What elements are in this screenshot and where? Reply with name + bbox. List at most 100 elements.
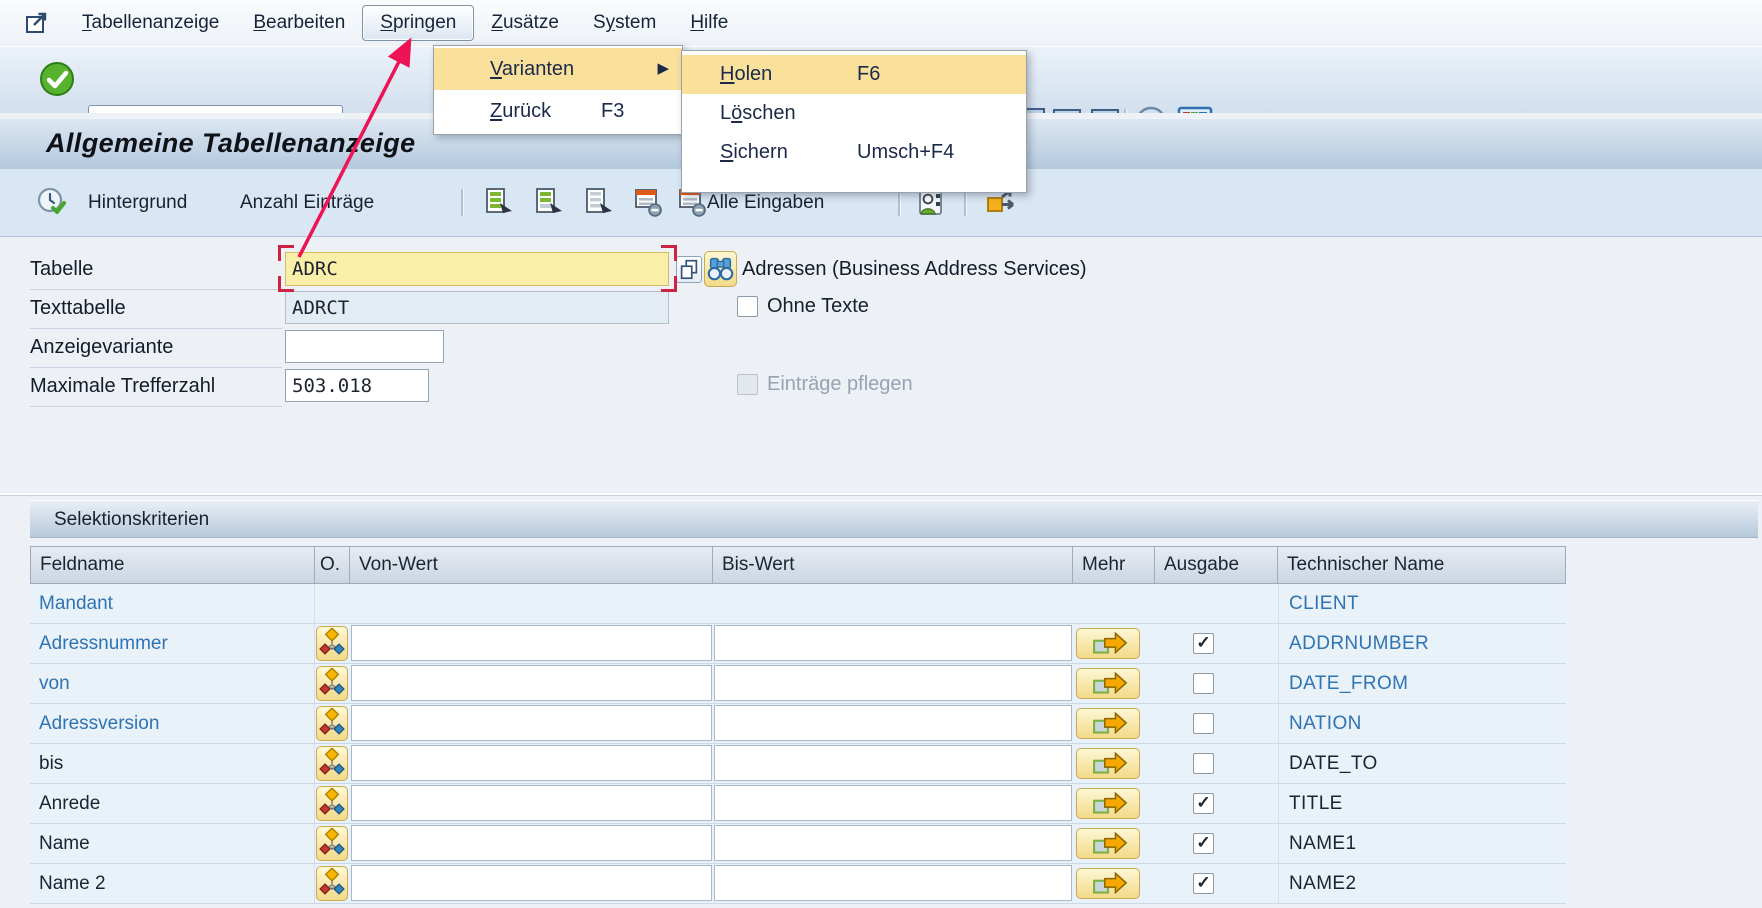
- selection-option-icon: [318, 628, 346, 658]
- bis-wert-cell: [713, 864, 1073, 903]
- field-label-cell: bis: [30, 744, 315, 783]
- field-label-cell: Anrede: [30, 784, 315, 823]
- text-table-label: Texttabelle: [30, 289, 282, 329]
- von-wert-input[interactable]: [351, 625, 712, 661]
- col-feldname: Feldname: [30, 546, 315, 584]
- bis-wert-input[interactable]: [714, 625, 1072, 661]
- bis-wert-input[interactable]: [714, 785, 1072, 821]
- mehr-cell: [1073, 824, 1155, 863]
- choose-selection-fields-none-button[interactable]: [583, 186, 615, 218]
- multiple-selection-button[interactable]: [1076, 708, 1140, 739]
- delete-selection-button[interactable]: [633, 186, 665, 218]
- von-wert-cell: [350, 784, 713, 823]
- choose-selection-fields-partial-button[interactable]: [533, 186, 565, 218]
- technical-name-cell: DATE_FROM: [1278, 664, 1566, 703]
- choose-selection-fields-button[interactable]: [483, 186, 515, 218]
- multiple-selection-button[interactable]: [1076, 748, 1140, 779]
- ausgabe-cell: ✓: [1155, 624, 1278, 663]
- output-checkbox[interactable]: [1193, 753, 1214, 774]
- copy-field-button[interactable]: [676, 256, 702, 283]
- selection-option-button[interactable]: [316, 746, 348, 781]
- output-checkbox[interactable]: ✓: [1193, 793, 1214, 814]
- selection-option-icon: [318, 668, 346, 698]
- von-wert-input[interactable]: [351, 665, 712, 701]
- mehr-cell: [1073, 704, 1155, 743]
- von-wert-cell: [350, 864, 713, 903]
- selection-table-rows: Mandant CLIENT Adressnummer: [30, 584, 1566, 904]
- selection-option-icon: [318, 868, 346, 898]
- output-checkbox[interactable]: [1193, 713, 1214, 734]
- no-texts-checkbox[interactable]: [737, 296, 758, 317]
- von-wert-input[interactable]: [351, 825, 712, 861]
- output-checkbox[interactable]: ✓: [1193, 633, 1214, 654]
- multiple-selection-button[interactable]: [1076, 828, 1140, 859]
- text-table-input[interactable]: [285, 291, 669, 324]
- bis-wert-input[interactable]: [714, 665, 1072, 701]
- multiple-selection-icon: [1077, 709, 1139, 739]
- menu-tabellenanzeige[interactable]: Tabellenanzeige: [65, 6, 236, 40]
- menu-bar: Tabellenanzeige Bearbeiten Springen Zusä…: [0, 0, 1762, 46]
- table-input[interactable]: [285, 252, 669, 286]
- technical-name: TITLE: [1289, 793, 1343, 814]
- output-checkbox[interactable]: ✓: [1193, 833, 1214, 854]
- menu-item-varianten[interactable]: Varianten ▶: [434, 48, 682, 90]
- von-wert-input[interactable]: [351, 785, 712, 821]
- apptoolbar-separator: [461, 189, 464, 216]
- col-bis-wert: Bis-Wert: [713, 546, 1073, 584]
- section-divider: [0, 493, 1762, 496]
- table-row: Mandant CLIENT: [30, 584, 1566, 624]
- von-wert-input[interactable]: [351, 865, 712, 901]
- selection-option-button[interactable]: [316, 626, 348, 661]
- max-hits-input[interactable]: [285, 369, 429, 402]
- submenu-item-sichern[interactable]: Sichern Umsch+F4: [682, 133, 1026, 172]
- multiple-selection-button[interactable]: [1076, 668, 1140, 699]
- bis-wert-input[interactable]: [714, 825, 1072, 861]
- submenu-item-loeschen[interactable]: Löschen: [682, 94, 1026, 133]
- menu-bearbeiten[interactable]: Bearbeiten: [236, 6, 362, 40]
- col-mehr: Mehr: [1073, 546, 1155, 584]
- selection-option-button[interactable]: [316, 826, 348, 861]
- selection-option-button[interactable]: [316, 866, 348, 901]
- multiple-selection-button[interactable]: [1076, 868, 1140, 899]
- background-button[interactable]: Hintergrund: [88, 169, 187, 236]
- von-wert-input[interactable]: [351, 705, 712, 741]
- von-wert-cell: [350, 704, 713, 743]
- menu-zusaetze[interactable]: Zusätze: [474, 6, 576, 40]
- multiple-selection-button[interactable]: [1076, 628, 1140, 659]
- mehr-cell: [1073, 864, 1155, 903]
- output-checkbox[interactable]: ✓: [1193, 873, 1214, 894]
- selection-option-button[interactable]: [316, 786, 348, 821]
- output-checkbox[interactable]: [1193, 673, 1214, 694]
- execute-in-background-button[interactable]: [36, 186, 68, 218]
- max-hits-label: Maximale Trefferzahl: [30, 367, 282, 407]
- menu-system[interactable]: System: [576, 6, 673, 40]
- col-option: O.: [315, 546, 350, 584]
- selection-table-header: Feldname O. Von-Wert Bis-Wert Mehr Ausga…: [30, 546, 1566, 584]
- varianten-submenu: Holen F6 Löschen Sichern Umsch+F4: [681, 50, 1027, 193]
- selection-option-button[interactable]: [316, 666, 348, 701]
- number-of-entries-button[interactable]: Anzahl Einträge: [240, 169, 374, 236]
- option-cell: [315, 664, 350, 703]
- maintain-entries-label: Einträge pflegen: [767, 373, 913, 396]
- springen-dropdown-menu: Varianten ▶ Zurück F3: [433, 45, 683, 135]
- multiple-selection-icon: [1077, 669, 1139, 699]
- field-label: von: [39, 673, 70, 694]
- menu-hilfe[interactable]: Hilfe: [673, 6, 745, 40]
- submenu-item-holen[interactable]: Holen F6: [682, 55, 1026, 94]
- bis-wert-input[interactable]: [714, 705, 1072, 741]
- bis-wert-input[interactable]: [714, 745, 1072, 781]
- enter-button[interactable]: [38, 60, 76, 98]
- bis-wert-cell: [713, 744, 1073, 783]
- menu-item-zurueck[interactable]: Zurück F3: [434, 90, 682, 132]
- display-variant-input[interactable]: [285, 330, 444, 363]
- no-texts-row: Ohne Texte: [737, 295, 869, 318]
- von-wert-input[interactable]: [351, 745, 712, 781]
- menu-springen[interactable]: Springen: [362, 5, 474, 41]
- technical-name-cell: DATE_TO: [1278, 744, 1566, 783]
- find-table-button[interactable]: [704, 251, 737, 287]
- system-menu-icon[interactable]: [24, 10, 51, 37]
- multiple-selection-button[interactable]: [1076, 788, 1140, 819]
- selection-option-button[interactable]: [316, 706, 348, 741]
- field-label: Anrede: [39, 793, 100, 814]
- bis-wert-input[interactable]: [714, 865, 1072, 901]
